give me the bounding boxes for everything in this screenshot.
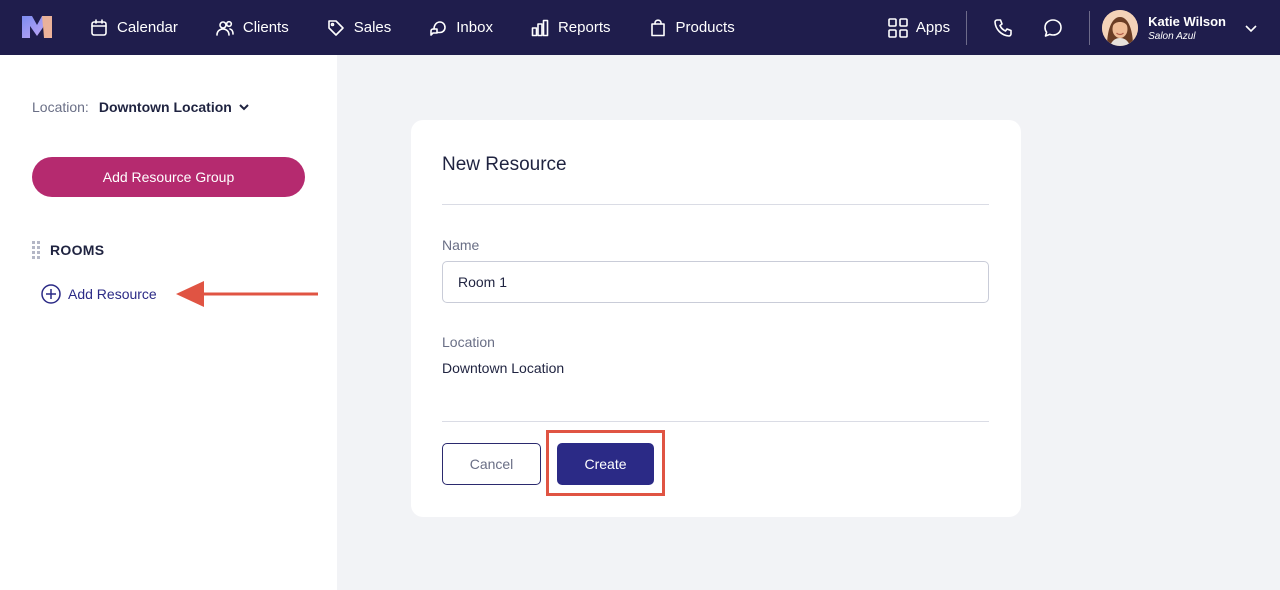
user-info: Katie Wilson Salon Azul xyxy=(1148,14,1226,42)
apps-grid-icon xyxy=(888,17,908,38)
apps-label: Apps xyxy=(915,19,951,36)
topbar-divider xyxy=(966,10,968,45)
new-resource-card: New Resource Name Location Downtown Loca… xyxy=(411,120,1021,517)
card-divider-top xyxy=(442,204,989,205)
nav-products[interactable]: Products xyxy=(649,18,735,37)
annotation-arrow-icon xyxy=(176,281,318,307)
nav-clients[interactable]: Clients xyxy=(216,19,289,37)
card-divider-bottom xyxy=(442,421,989,422)
top-navigation-bar: Calendar Clients Sales Inbox Reports Pro… xyxy=(0,0,1280,55)
chevron-down-icon[interactable] xyxy=(238,101,250,113)
chevron-down-icon xyxy=(1245,24,1257,32)
nav-sales[interactable]: Sales xyxy=(327,19,392,37)
nav-reports-label: Reports xyxy=(557,19,611,36)
resource-group-title: ROOMS xyxy=(50,242,105,258)
create-button[interactable]: Create xyxy=(557,443,654,485)
phone-icon xyxy=(994,18,1012,37)
name-input[interactable] xyxy=(442,261,989,303)
chat-bubble-icon xyxy=(1044,18,1062,37)
nav-inbox-label: Inbox xyxy=(456,19,493,36)
location-value: Downtown Location xyxy=(442,360,565,376)
location-dropdown[interactable]: Downtown Location xyxy=(99,99,232,115)
messages-button[interactable] xyxy=(1028,0,1078,55)
phone-button[interactable] xyxy=(978,0,1028,55)
location-selector: Location: Downtown Location xyxy=(32,99,250,115)
nav-sales-label: Sales xyxy=(353,19,392,36)
calendar-icon xyxy=(91,18,107,36)
nav-clients-label: Clients xyxy=(242,19,289,36)
bar-chart-icon xyxy=(531,19,549,36)
shopping-bag-icon xyxy=(650,18,665,36)
nav-calendar-label: Calendar xyxy=(117,19,178,36)
nav-calendar[interactable]: Calendar xyxy=(90,18,178,37)
location-field-label: Location xyxy=(442,334,495,350)
topbar-right-tools: Apps Katie Wilson Salon Azul xyxy=(888,0,1280,55)
tag-icon xyxy=(327,19,344,36)
user-avatar-icon xyxy=(1102,9,1139,46)
cancel-button[interactable]: Cancel xyxy=(442,443,541,485)
drag-handle-icon[interactable] xyxy=(32,241,40,259)
nav-inbox[interactable]: Inbox xyxy=(429,19,493,37)
inbox-icon xyxy=(430,20,447,36)
resource-group-rooms: ROOMS xyxy=(32,241,104,259)
plus-circle-icon xyxy=(41,284,61,304)
brand-logo-icon[interactable] xyxy=(22,16,52,38)
card-title: New Resource xyxy=(442,154,567,175)
users-icon xyxy=(216,20,234,36)
add-resource-label: Add Resource xyxy=(68,286,157,302)
user-name: Katie Wilson xyxy=(1148,13,1226,29)
nav-reports[interactable]: Reports xyxy=(531,19,611,37)
location-label: Location: xyxy=(32,99,89,115)
add-resource-group-button[interactable]: Add Resource Group xyxy=(32,157,305,197)
add-resource-link[interactable]: Add Resource xyxy=(41,284,157,304)
user-menu[interactable]: Katie Wilson Salon Azul xyxy=(1090,9,1280,46)
name-field-label: Name xyxy=(442,237,480,253)
apps-button[interactable]: Apps xyxy=(888,17,951,38)
resources-sidebar: Location: Downtown Location Add Resource… xyxy=(0,55,337,590)
nav-products-label: Products xyxy=(675,19,735,36)
main-nav: Calendar Clients Sales Inbox Reports Pro… xyxy=(90,0,773,55)
user-salon: Salon Azul xyxy=(1148,30,1196,42)
avatar xyxy=(1102,9,1139,46)
